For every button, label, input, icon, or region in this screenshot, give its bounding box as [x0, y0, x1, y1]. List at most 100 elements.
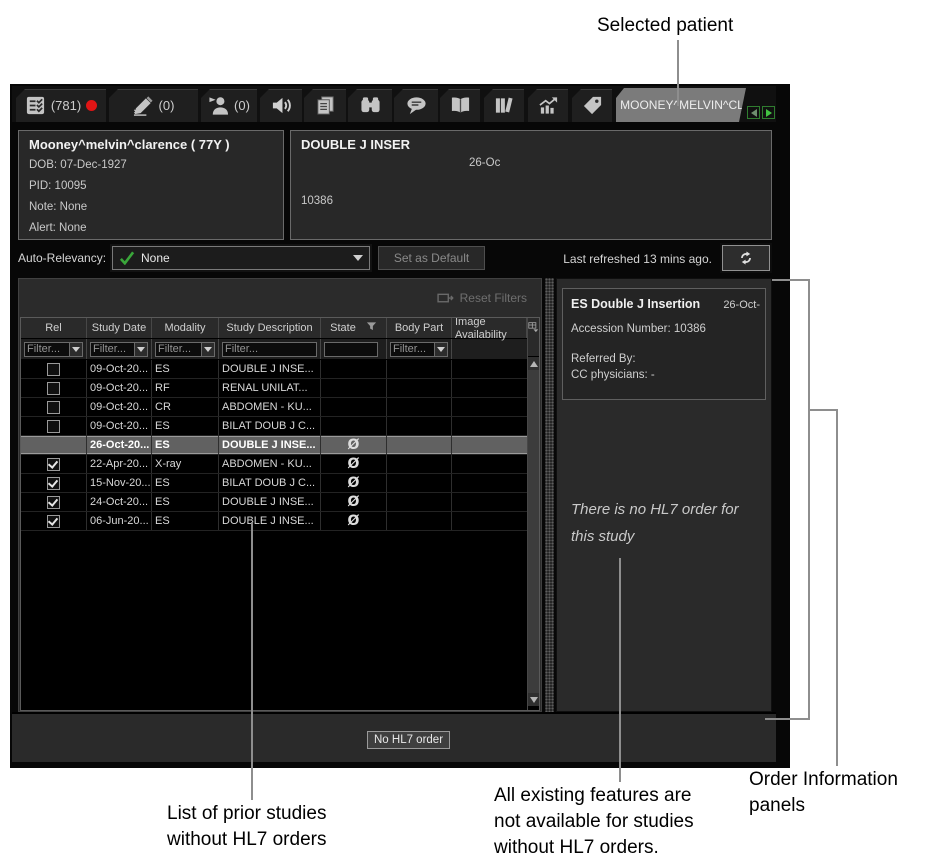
search-button[interactable]	[348, 89, 392, 122]
table-row[interactable]: 22-Apr-20...X-rayABDOMEN - KU...Ø	[21, 455, 527, 474]
table-row[interactable]: 09-Oct-20...RFRENAL UNILAT...	[21, 379, 527, 398]
scrollbar-track[interactable]	[528, 370, 539, 693]
reset-filters-icon	[437, 292, 454, 305]
filter-input-body-part[interactable]	[390, 342, 435, 357]
filter-dropdown-button[interactable]	[202, 342, 215, 357]
alert-dot-icon	[86, 100, 97, 111]
relevancy-checkbox[interactable]	[47, 420, 60, 433]
relevancy-checkbox[interactable]	[47, 477, 60, 490]
relevancy-checkbox[interactable]	[47, 496, 60, 509]
column-header-label: Study Date	[92, 322, 146, 334]
annotation-bracket-connector	[810, 409, 838, 411]
documents-button[interactable]	[304, 89, 346, 122]
filter-input-state[interactable]	[324, 342, 378, 357]
filter-dropdown-button[interactable]	[435, 342, 448, 357]
no-hl7-order-icon: Ø	[348, 475, 360, 491]
tag-button[interactable]	[572, 89, 612, 122]
worklist-button[interactable]: (781)	[16, 89, 106, 122]
column-header-image-availability[interactable]: ImageAvailability	[452, 318, 527, 338]
cell-state	[321, 379, 387, 397]
cell-rel	[21, 474, 87, 492]
patient-alert: Alert: None	[29, 222, 87, 234]
book-button[interactable]	[440, 89, 480, 122]
statistics-button[interactable]	[528, 89, 568, 122]
cell-body-part	[387, 512, 452, 530]
auto-relevancy-dropdown[interactable]: None	[112, 246, 370, 270]
cell-study-description: BILAT DOUB J C...	[219, 417, 321, 435]
study-list-pane: Reset Filters Rel Study Date ModalityStudy…	[18, 278, 542, 712]
cell-study-date: 06-Jun-20...	[87, 512, 152, 530]
table-row[interactable]: 09-Oct-20...ESDOUBLE J INSE...	[21, 360, 527, 379]
cell-study-date: 09-Oct-20...	[87, 417, 152, 435]
tab-scroll-left-button[interactable]	[747, 106, 760, 119]
cell-body-part	[387, 360, 452, 378]
cell-study-description: DOUBLE J INSE...	[219, 436, 321, 454]
column-header-modality[interactable]: Modality	[152, 318, 219, 338]
table-row[interactable]: 06-Jun-20...ESDOUBLE J INSE...Ø	[21, 512, 527, 531]
relevancy-checkbox[interactable]	[47, 363, 60, 376]
annotation-text-line: List of prior studies	[167, 801, 326, 827]
cell-study-description: DOUBLE J INSE...	[219, 493, 321, 511]
relevancy-checkbox[interactable]	[47, 458, 60, 471]
table-row[interactable]: 09-Oct-20...ESBILAT DOUB J C...	[21, 417, 527, 436]
cell-modality: X-ray	[152, 455, 219, 473]
column-header-study-date[interactable]: Study Date	[87, 318, 152, 338]
cell-study-date: 09-Oct-20...	[87, 398, 152, 416]
cell-modality: CR	[152, 398, 219, 416]
chat-button[interactable]	[394, 89, 438, 122]
pane-splitter[interactable]	[545, 278, 554, 712]
refresh-button[interactable]	[722, 245, 770, 271]
cell-body-part	[387, 436, 452, 454]
cell-body-part	[387, 398, 452, 416]
study-title: DOUBLE J INSER	[301, 137, 410, 152]
scroll-up-button[interactable]	[528, 357, 539, 370]
relevancy-checkbox[interactable]	[47, 401, 60, 414]
tag-icon	[582, 95, 603, 116]
cell-state	[321, 360, 387, 378]
cell-state	[321, 417, 387, 435]
speaker-button[interactable]	[260, 89, 302, 122]
relevancy-checkbox[interactable]	[47, 382, 60, 395]
filter-input-modality[interactable]	[155, 342, 202, 357]
cell-modality: ES	[152, 493, 219, 511]
column-header-body-part[interactable]: Body Part	[387, 318, 452, 338]
order-cc-physicians: CC physicians: -	[571, 369, 655, 381]
table-row[interactable]: 26-Oct-20...ESDOUBLE J INSE...Ø	[21, 436, 527, 455]
cell-study-description: ABDOMEN - KU...	[219, 455, 321, 473]
prior-studies-window: (781)(0)(0) MOONEY^MELVIN^CL Mooney^melv…	[10, 84, 790, 768]
table-row[interactable]: 24-Oct-20...ESDOUBLE J INSE...Ø	[21, 493, 527, 512]
table-row[interactable]: 15-Nov-20...ESBILAT DOUB J C...Ø	[21, 474, 527, 493]
column-chooser-button[interactable]	[528, 318, 539, 357]
documents-icon	[315, 95, 336, 116]
cell-study-description: BILAT DOUB J C...	[219, 474, 321, 492]
annotation-text-line: All existing features are	[494, 783, 694, 809]
triangle-down-icon	[530, 697, 538, 703]
filter-dropdown-button[interactable]	[70, 342, 83, 357]
cell-state: Ø	[321, 493, 387, 511]
annotation-text-line: without HL7 orders	[167, 827, 326, 853]
column-header-rel[interactable]: Rel	[21, 318, 87, 338]
relevancy-checkbox[interactable]	[47, 515, 60, 528]
patient-name: Mooney^melvin^clarence ( 77Y )	[29, 137, 230, 152]
order-information-pane: ES Double J Insertion 26-Oct- Accession …	[556, 278, 772, 712]
annotation-text-line: without HL7 orders.	[494, 835, 694, 861]
chevron-down-icon	[437, 347, 445, 352]
table-row[interactable]: 09-Oct-20...CRABDOMEN - KU...	[21, 398, 527, 417]
cell-modality: ES	[152, 436, 219, 454]
filter-input-study-description[interactable]	[222, 342, 317, 357]
tab-scroll-right-button[interactable]	[762, 106, 775, 119]
filter-cell	[87, 339, 152, 359]
scroll-down-button[interactable]	[528, 693, 539, 706]
reset-filters-button[interactable]: Reset Filters	[437, 291, 527, 305]
signature-button[interactable]: (0)	[109, 89, 198, 122]
cell-image-availability	[452, 398, 527, 416]
patient-button[interactable]: (0)	[201, 89, 257, 122]
annotation-text-line: panels	[749, 793, 898, 819]
filter-input-study-date[interactable]	[90, 342, 135, 357]
column-header-state[interactable]: State	[321, 318, 387, 338]
library-button[interactable]	[484, 89, 524, 122]
filter-input-rel[interactable]	[24, 342, 70, 357]
filter-dropdown-button[interactable]	[135, 342, 148, 357]
column-header-study-description[interactable]: Study Description	[219, 318, 321, 338]
selected-patient-tab[interactable]: MOONEY^MELVIN^CL	[616, 88, 748, 122]
